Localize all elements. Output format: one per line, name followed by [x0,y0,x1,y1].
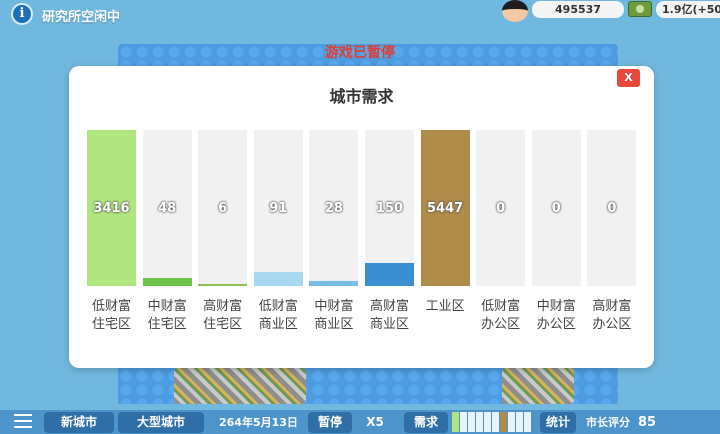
demand-bar [309,281,359,286]
demand-button[interactable]: 需求 [404,412,448,433]
demand-bar [142,278,192,286]
demand-value: 28 [324,201,343,216]
demand-category-label: 中财富 商业区 [314,299,354,332]
demand-bar-track: 48 [142,130,192,286]
demand-category-label: 工业区 [425,299,465,314]
demand-mini-bars [452,412,531,432]
demand-bar-track: 150 [365,130,414,286]
demand-category-label: 低财富 办公区 [481,299,521,332]
stats-button[interactable]: 统计 [540,412,576,433]
cash-icon [628,1,652,17]
demand-bar-track: 28 [309,130,359,286]
game-paused-label: 游戏已暂停 [325,45,395,61]
demand-bar-track: 91 [253,130,303,286]
demand-category-label: 低财富 商业区 [258,299,298,332]
research-status: 研究所空闲中 [42,10,121,25]
demand-value: 0 [607,201,617,216]
demand-category-label: 高财富 商业区 [369,299,409,332]
demand-bar-track: 0 [587,130,637,286]
mayor-avatar[interactable] [502,0,528,22]
demand-bar [365,263,414,286]
pause-button[interactable]: 暂停 [308,412,352,433]
income-display: 1.9亿(+5079 [656,1,720,18]
demand-category-label: 中财富 住宅区 [147,299,187,332]
demand-category-label: 高财富 办公区 [592,299,632,332]
demand-value: 48 [158,201,177,216]
new-city-button[interactable]: 新城市 [44,412,114,433]
demand-value: 0 [551,201,561,216]
close-button[interactable]: X [617,69,640,87]
demand-bar-track: 0 [531,130,581,286]
speed-button[interactable]: X5 [358,412,392,433]
demand-bar-track: 0 [476,130,526,286]
mayor-rating-label: 市长评分 [586,416,630,429]
demand-bar [253,272,303,286]
game-date: 264年5月13日 [219,416,298,429]
demand-value: 0 [496,201,506,216]
menu-icon[interactable] [14,414,32,428]
demand-bar-track: 6 [198,130,248,286]
demand-value: 3416 [93,201,130,216]
city-demand-dialog: 城市需求 X 3416 低财富 住宅区 48 中财富 住宅区 6 高财富 住宅区 91 低财富 商业区… [69,66,654,368]
mayor-rating-value: 85 [638,415,657,430]
demand-value: 5447 [427,201,464,216]
demand-value: 6 [218,201,228,216]
info-icon[interactable]: i [11,3,33,25]
demand-value: 91 [269,201,288,216]
demand-value: 150 [375,201,404,216]
demand-category-label: 中财富 办公区 [536,299,576,332]
demand-category-label: 低财富 住宅区 [91,299,131,332]
demand-bar-track: 3416 [87,130,136,286]
demand-bar [198,284,248,286]
city-tiles-left [174,368,306,404]
city-tiles-right [502,368,574,404]
demand-bar-track: 5447 [420,130,470,286]
money-display: 495537 [532,1,624,18]
demand-category-label: 高财富 住宅区 [203,299,243,332]
city-size-button[interactable]: 大型城市 [118,412,204,433]
dialog-title: 城市需求 [329,87,394,106]
